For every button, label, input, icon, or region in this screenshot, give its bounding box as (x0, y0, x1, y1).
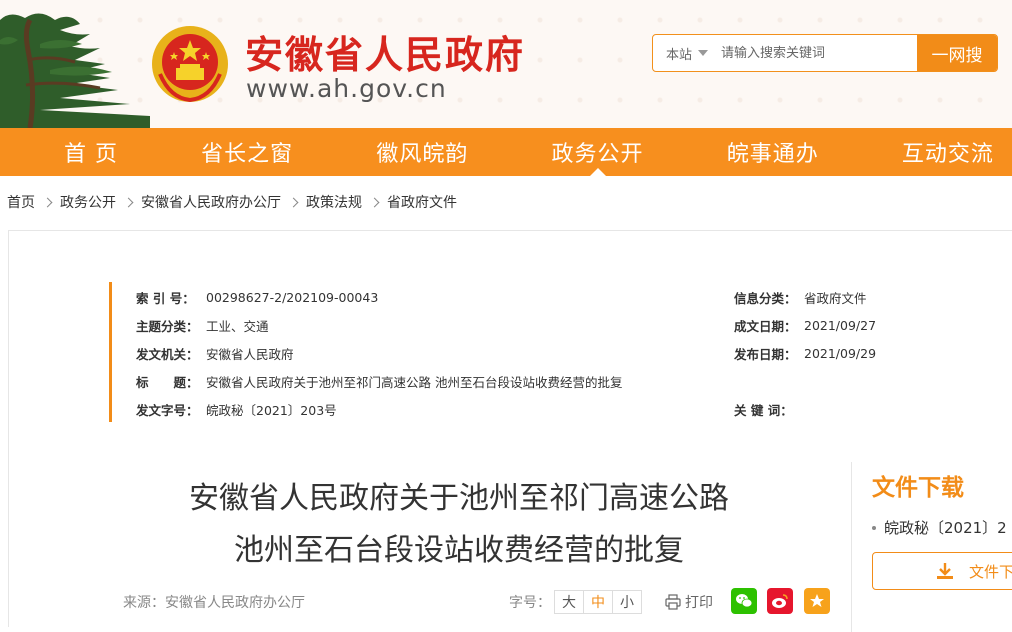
download-title: 文件下载 (872, 475, 964, 501)
meta-value: 00298627-2/202109-00043 (206, 289, 379, 305)
search-box: 本站 一网搜 (652, 34, 998, 72)
meta-label: 关 键 词： (734, 402, 793, 418)
bullet-icon (872, 525, 876, 530)
nav-item-home[interactable]: 首 页 (64, 128, 118, 176)
meta-label: 成文日期： (734, 318, 797, 334)
weibo-icon (772, 594, 788, 608)
site-url: www.ah.gov.cn (246, 74, 447, 103)
wechat-share-button[interactable] (731, 588, 757, 614)
meta-doc-no: 发文字号： 皖政秘〔2021〕203号 (136, 399, 337, 419)
breadcrumb-docs[interactable]: 省政府文件 (387, 192, 457, 212)
breadcrumb-policy[interactable]: 政策法规 (306, 192, 362, 212)
font-size-switcher: 字号： 大 中 小 (509, 590, 642, 614)
qzone-share-button[interactable] (804, 588, 830, 614)
meta-value: 2021/09/29 (804, 345, 877, 361)
meta-keywords: 关 键 词： (734, 399, 804, 419)
meta-label: 发文机关： (136, 346, 199, 362)
meta-value: 安徽省人民政府 (206, 346, 294, 362)
nav-item-culture[interactable]: 徽风皖韵 (376, 128, 468, 176)
weibo-share-button[interactable] (767, 588, 793, 614)
chevron-right-icon (369, 197, 380, 207)
meta-value: 皖政秘〔2021〕203号 (206, 402, 337, 418)
breadcrumb-home[interactable]: 首页 (7, 192, 35, 212)
download-file-name: 皖政秘〔2021〕2 (884, 519, 1007, 537)
font-size-large-button[interactable]: 大 (554, 590, 584, 614)
content-panel: 索 引 号： 00298627-2/202109-00043 主题分类： 工业、… (8, 230, 1012, 632)
download-file-link[interactable]: 皖政秘〔2021〕2 (872, 517, 1007, 538)
meta-issuer: 发文机关： 安徽省人民政府 (136, 343, 294, 363)
font-size-medium-button[interactable]: 中 (583, 590, 613, 614)
meta-info-type: 信息分类： 省政府文件 (734, 287, 867, 307)
meta-index-no: 索 引 号： 00298627-2/202109-00043 (136, 287, 378, 307)
nav-item-governor[interactable]: 省长之窗 (201, 128, 293, 176)
meta-value: 省政府文件 (804, 290, 867, 306)
pine-tree-image (0, 13, 150, 128)
meta-created-date: 成文日期： 2021/09/27 (734, 315, 876, 335)
nav-item-services[interactable]: 皖事通办 (727, 128, 819, 176)
meta-value: 2021/09/27 (804, 317, 877, 333)
nav-item-gov-affairs[interactable]: 政务公开 (552, 128, 644, 176)
meta-value: 工业、交通 (206, 318, 269, 334)
printer-icon (665, 594, 681, 610)
chevron-right-icon (288, 197, 299, 207)
download-sidebar: 文件下载 皖政秘〔2021〕2 文件下 (851, 462, 1012, 632)
meta-label: 发布日期： (734, 346, 797, 362)
meta-label: 信息分类： (734, 290, 797, 306)
star-icon (810, 594, 824, 607)
chevron-right-icon (123, 197, 134, 207)
meta-label: 索 引 号： (136, 290, 195, 306)
meta-subject: 标 题： 安徽省人民政府关于池州至祁门高速公路 池州至石台段设站收费经营的批复 (136, 371, 622, 391)
print-label: 打印 (685, 595, 713, 611)
meta-label: 标 题： (136, 374, 199, 390)
meta-category: 主题分类： 工业、交通 (136, 315, 269, 335)
search-input[interactable] (721, 35, 917, 71)
breadcrumb: 首页 政务公开 安徽省人民政府办公厅 政策法规 省政府文件 (0, 176, 1012, 228)
article-title: 安徽省人民政府关于池州至祁门高速公路 池州至石台段设站收费经营的批复 (159, 473, 759, 577)
breadcrumb-gov-affairs[interactable]: 政务公开 (60, 192, 116, 212)
download-button-label: 文件下 (969, 562, 1012, 581)
breadcrumb-office[interactable]: 安徽省人民政府办公厅 (141, 192, 281, 212)
font-size-label: 字号： (509, 595, 551, 611)
wechat-icon (736, 594, 753, 608)
document-metadata: 索 引 号： 00298627-2/202109-00043 主题分类： 工业、… (109, 282, 876, 422)
site-title: 安徽省人民政府 (245, 33, 526, 77)
meta-value: 安徽省人民政府关于池州至祁门高速公路 池州至石台段设站收费经营的批复 (206, 374, 623, 390)
meta-published-date: 发布日期： 2021/09/29 (734, 343, 876, 363)
chevron-right-icon (42, 197, 53, 207)
search-scope-select[interactable]: 本站 (653, 35, 721, 71)
article-title-line: 池州至石台段设站收费经营的批复 (234, 533, 684, 568)
article-source: 来源：安徽省人民政府办公厅 (123, 595, 305, 611)
article-title-line: 安徽省人民政府关于池州至祁门高速公路 (189, 481, 729, 516)
font-size-small-button[interactable]: 小 (612, 590, 642, 614)
main-nav: 首 页 省长之窗 徽风皖韵 政务公开 皖事通办 互动交流 (0, 128, 1012, 176)
nav-item-interaction[interactable]: 互动交流 (902, 128, 994, 176)
site-header: 安徽省人民政府 www.ah.gov.cn 本站 一网搜 (0, 0, 1012, 128)
meta-label: 发文字号： (136, 402, 199, 418)
print-button[interactable]: 打印 (665, 592, 713, 612)
search-button[interactable]: 一网搜 (917, 35, 997, 71)
national-emblem-icon (152, 26, 228, 103)
download-icon (937, 563, 953, 579)
search-scope-label: 本站 (665, 47, 692, 63)
chevron-down-icon (698, 50, 708, 56)
meta-label: 主题分类： (136, 318, 199, 334)
download-file-button[interactable]: 文件下 (872, 552, 1012, 590)
